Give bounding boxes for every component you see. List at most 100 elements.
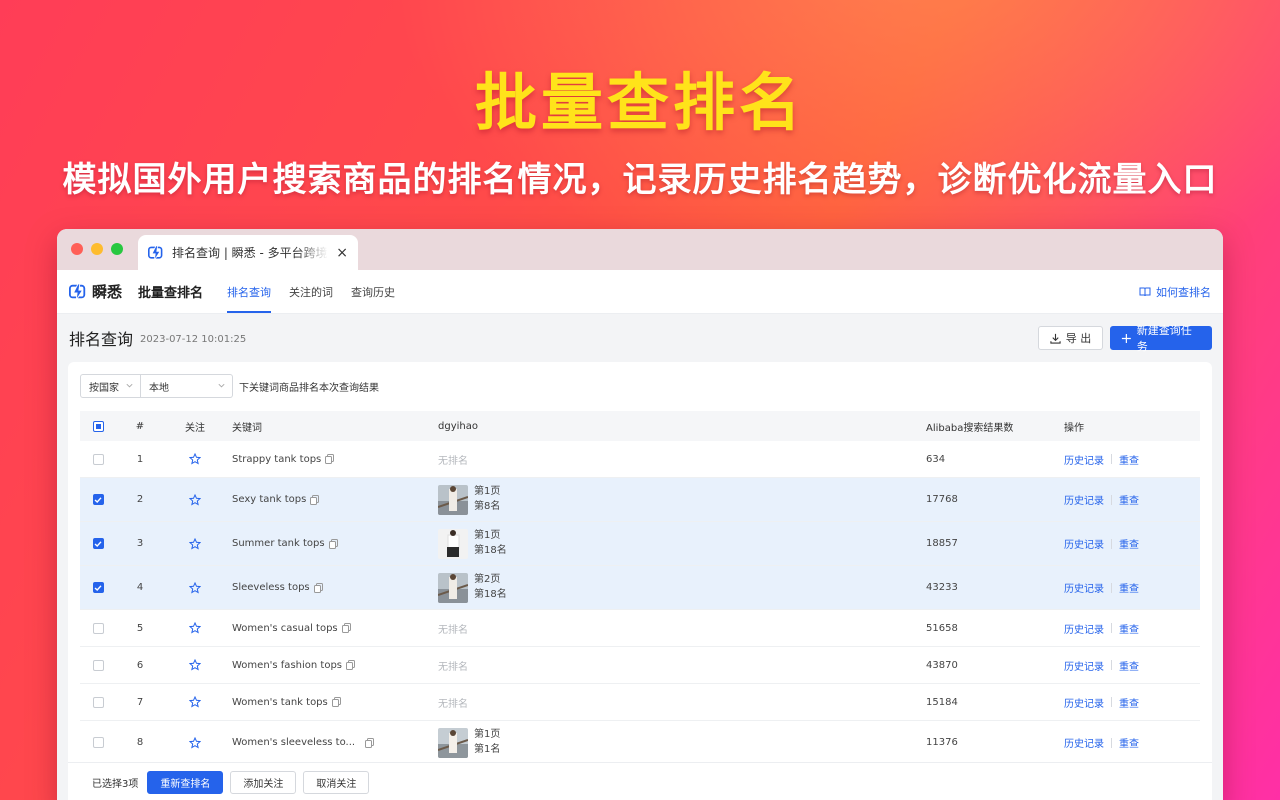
browser-tab[interactable]: 排名查询 | 瞬悉 - 多平台跨境 × <box>138 235 358 270</box>
recheck-link[interactable]: 重查 <box>1119 621 1139 636</box>
row-checkbox[interactable] <box>92 453 104 465</box>
no-rank-text: 无排名 <box>438 624 468 636</box>
star-icon[interactable] <box>189 493 201 506</box>
copy-icon[interactable] <box>331 697 341 707</box>
row-index: 7 <box>136 696 144 708</box>
app-logo-text: 瞬悉 <box>92 283 123 301</box>
results-card: 按国家 本地 下关键词商品排名本次查询结果 # 关注 关键词 dgyihao A… <box>68 362 1212 800</box>
row-index: 2 <box>136 494 144 505</box>
row-count: 15184 <box>926 696 958 708</box>
row-keyword: Women's sleeveless to... <box>232 737 356 748</box>
row-checkbox[interactable] <box>92 538 104 549</box>
window-controls <box>71 243 123 255</box>
rank-position: 第18名 <box>474 589 507 600</box>
row-count: 17768 <box>926 494 958 505</box>
history-link[interactable]: 历史记录 <box>1064 621 1104 636</box>
star-icon[interactable] <box>189 537 201 550</box>
history-link[interactable]: 历史记录 <box>1064 536 1104 551</box>
close-icon[interactable]: × <box>336 245 348 261</box>
region-select[interactable]: 本地 <box>141 374 233 398</box>
product-thumbnail[interactable] <box>438 727 468 758</box>
page-title: 排名查询 <box>69 330 134 349</box>
star-icon[interactable] <box>189 453 201 465</box>
maximize-window-button[interactable] <box>111 243 123 255</box>
rank-page: 第1页 <box>474 729 501 740</box>
history-link[interactable]: 历史记录 <box>1064 695 1104 710</box>
recheck-link[interactable]: 重查 <box>1119 580 1139 595</box>
row-checkbox[interactable] <box>92 622 104 634</box>
product-thumbnail[interactable] <box>438 572 468 603</box>
ops-divider <box>1111 494 1112 505</box>
hero-title: 批量查排名 <box>474 66 805 139</box>
page-toolbar: 排名查询 2023-07-12 10:01:25 导 出 新建查询任务 <box>57 314 1223 362</box>
new-task-button[interactable]: 新建查询任务 <box>1110 324 1212 353</box>
recheck-link[interactable]: 重查 <box>1119 695 1139 710</box>
rank-page: 第2页 <box>474 574 501 585</box>
copy-icon[interactable] <box>365 737 375 748</box>
batch-action-bar: 已选择3项 重新查排名 添加关注 取消关注 <box>68 762 1212 800</box>
recheck-link[interactable]: 重查 <box>1119 452 1139 467</box>
copy-icon[interactable] <box>328 538 338 549</box>
recheck-link[interactable]: 重查 <box>1119 658 1139 673</box>
recheck-rank-button[interactable]: 重新查排名 <box>147 771 224 794</box>
star-icon[interactable] <box>189 622 201 634</box>
recheck-link[interactable]: 重查 <box>1119 735 1139 750</box>
star-icon[interactable] <box>189 696 201 708</box>
export-button[interactable]: 导 出 <box>1038 326 1103 350</box>
app-navbar: 瞬悉 批量查排名 排名查询 关注的词 查询历史 如何查排名 <box>57 270 1223 314</box>
table-row: 1 Strappy tank tops 无排名 634 历史记录 重查 <box>80 441 1200 478</box>
howto-link[interactable]: 如何查排名 <box>1139 270 1211 313</box>
new-task-label: 新建查询任务 <box>1136 324 1192 353</box>
copy-icon[interactable] <box>313 582 323 593</box>
recheck-link[interactable]: 重查 <box>1119 536 1139 551</box>
table-row: 8 Women's sleeveless to... 第1页 第1名 11376 … <box>80 721 1200 765</box>
product-thumbnail[interactable] <box>438 528 468 559</box>
star-icon[interactable] <box>189 659 201 671</box>
copy-icon[interactable] <box>310 494 320 505</box>
close-window-button[interactable] <box>71 243 83 255</box>
recheck-link[interactable]: 重查 <box>1119 492 1139 507</box>
tab-query-history[interactable]: 查询历史 <box>351 270 395 313</box>
row-index: 8 <box>136 737 144 748</box>
row-count: 51658 <box>926 622 958 634</box>
no-rank-text: 无排名 <box>438 698 468 710</box>
copy-icon[interactable] <box>346 660 355 670</box>
star-icon[interactable] <box>189 736 201 749</box>
remove-follow-button[interactable]: 取消关注 <box>303 771 370 794</box>
product-thumbnail[interactable] <box>438 484 468 515</box>
row-checkbox[interactable] <box>92 737 104 748</box>
row-checkbox[interactable] <box>92 494 104 505</box>
history-link[interactable]: 历史记录 <box>1064 492 1104 507</box>
row-count: 43870 <box>926 659 958 671</box>
add-follow-button[interactable]: 添加关注 <box>230 771 297 794</box>
row-checkbox[interactable] <box>92 659 104 671</box>
table-row: 4 Sleeveless tops 第2页 第18名 43233 历史记录 重查 <box>80 566 1200 610</box>
minimize-window-button[interactable] <box>91 243 103 255</box>
app-logo[interactable]: 瞬悉 <box>69 281 122 302</box>
hero-subtitle: 模拟国外用户搜索商品的排名情况，记录历史排名趋势，诊断优化流量入口 <box>62 160 1218 200</box>
table-row: 2 Sexy tank tops 第1页 第8名 17768 历史记录 重查 <box>80 478 1200 522</box>
row-checkbox[interactable] <box>92 582 104 593</box>
star-icon[interactable] <box>189 581 201 594</box>
copy-icon[interactable] <box>341 623 351 633</box>
row-checkbox[interactable] <box>92 696 104 708</box>
history-link[interactable]: 历史记录 <box>1064 580 1104 595</box>
tab-followed-words[interactable]: 关注的词 <box>289 270 333 313</box>
select-all-checkbox[interactable] <box>92 420 104 432</box>
row-keyword: Summer tank tops <box>232 538 325 549</box>
history-link[interactable]: 历史记录 <box>1064 735 1104 750</box>
history-link[interactable]: 历史记录 <box>1064 658 1104 673</box>
row-count: 634 <box>926 453 946 465</box>
chevron-down-icon <box>218 383 225 388</box>
header-shop: dgyihao <box>438 420 478 432</box>
row-keyword: Sexy tank tops <box>232 494 307 505</box>
ops-divider <box>1111 538 1112 549</box>
history-link[interactable]: 历史记录 <box>1064 452 1104 467</box>
toolbar-actions: 导 出 新建查询任务 <box>1038 324 1212 353</box>
copy-icon[interactable] <box>325 454 335 464</box>
country-select[interactable]: 按国家 <box>80 374 141 398</box>
row-keyword: Sleeveless tops <box>232 582 310 593</box>
table-row: 5 Women's casual tops 无排名 51658 历史记录 重查 <box>80 610 1200 647</box>
header-follow: 关注 <box>185 422 205 434</box>
tab-rank-query[interactable]: 排名查询 <box>227 270 272 313</box>
